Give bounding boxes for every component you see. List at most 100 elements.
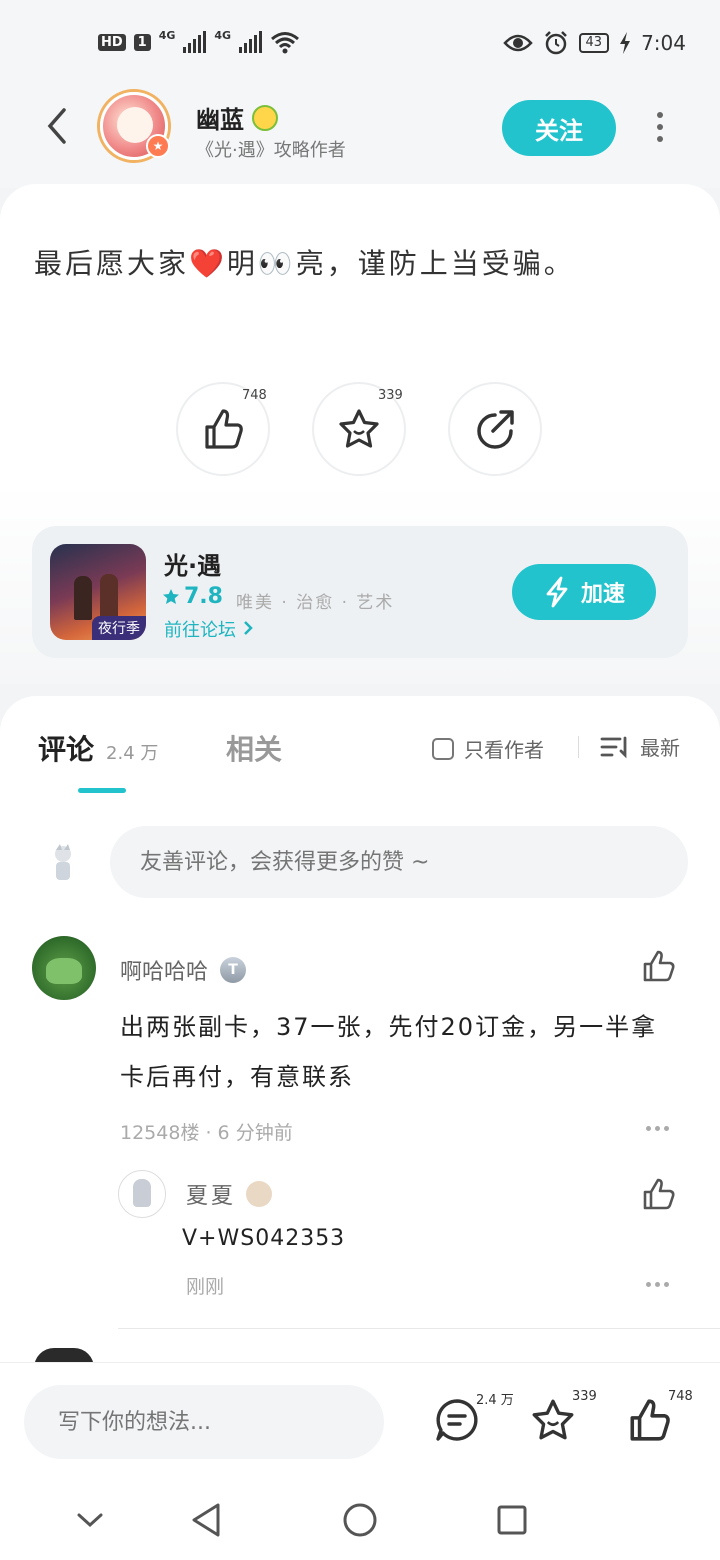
author-only-label: 只看作者	[464, 738, 544, 762]
comment-divider	[118, 1328, 720, 1329]
active-tab-indicator	[78, 788, 126, 793]
more-vertical-icon[interactable]	[646, 112, 674, 142]
author-verified-icon: ★	[146, 134, 170, 158]
post-card: 最后愿大家❤️明👀亮，谨防上当受骗。 748 339 夜行季 光·遇 7.8 唯…	[0, 184, 720, 684]
post-header: ★ 幽蓝 《光·遇》攻略作者 关注	[0, 88, 720, 188]
author-only-checkbox[interactable]	[432, 737, 454, 760]
reply-user-emoji-icon	[246, 1181, 273, 1207]
tab-comments-count: 2.4 万	[106, 743, 159, 764]
nav-recents-button[interactable]	[492, 1500, 532, 1540]
sim-badge: 1	[133, 33, 151, 51]
game-rating: 7.8	[162, 584, 223, 609]
thumbs-up-icon	[643, 1178, 675, 1210]
nav-collapse-button[interactable]	[70, 1500, 110, 1540]
status-bar: HD 1 4G 4G 43 7:04	[0, 0, 720, 88]
share-icon	[477, 410, 514, 449]
boost-label: 加速	[580, 581, 625, 606]
game-card[interactable]: 夜行季 光·遇 7.8 唯美 · 治愈 · 艺术 前往论坛 加速	[32, 526, 688, 658]
triangle-back-icon	[192, 1503, 220, 1537]
author-only-toggle[interactable]: 只看作者	[432, 734, 544, 763]
post-action-row: 748 339	[176, 382, 542, 476]
my-avatar	[55, 844, 71, 880]
bottom-like-count: 748	[668, 1389, 693, 1404]
reply-name-row[interactable]: 夏夏	[186, 1178, 273, 1210]
forum-link-label: 前往论坛	[164, 620, 236, 641]
nav-home-button[interactable]	[340, 1500, 380, 1540]
chevron-right-icon	[243, 621, 253, 635]
sort-icon	[600, 736, 627, 758]
comment-icon	[436, 1399, 478, 1441]
wifi-icon	[271, 32, 300, 54]
game-name: 光·遇	[164, 552, 222, 580]
comment-more-icon[interactable]	[646, 1126, 669, 1131]
nav-back-button[interactable]	[186, 1500, 226, 1540]
reply-like-button[interactable]	[642, 1178, 676, 1214]
comment-input[interactable]	[110, 826, 688, 898]
author-subtitle: 《光·遇》攻略作者	[196, 140, 346, 161]
system-nav-bar	[0, 1472, 720, 1560]
alarm-icon	[544, 31, 567, 55]
like-button[interactable]: 748	[176, 382, 270, 476]
bottom-comment-count: 2.4 万	[476, 1393, 514, 1408]
commenter-name: 啊哈哈哈	[120, 960, 209, 985]
favorite-button[interactable]: 339	[312, 382, 406, 476]
tab-comments-label: 评论	[38, 733, 95, 766]
comment-meta: 12548楼 · 6 分钟前	[120, 1122, 293, 1144]
comment-button[interactable]	[432, 1395, 482, 1445]
author-name: 幽蓝	[196, 106, 244, 134]
reply-avatar[interactable]	[118, 1170, 166, 1218]
comment-text: 出两张副卡，37一张，先付20订金，另一半拿卡后再付，有意联系	[120, 1013, 658, 1091]
signal-icon	[239, 31, 263, 53]
reply-user: 夏夏	[186, 1184, 237, 1209]
author-name-row[interactable]: 幽蓝	[196, 100, 278, 135]
commenter-avatar[interactable]	[32, 936, 96, 1000]
network-type-1: 4G	[158, 28, 176, 42]
follow-button[interactable]: 关注	[502, 100, 616, 156]
game-tags: 唯美 · 治愈 · 艺术	[236, 593, 395, 613]
divider	[578, 736, 579, 758]
lightning-icon	[546, 576, 568, 608]
reply-time: 刚刚	[186, 1276, 225, 1298]
eye-icon	[502, 34, 533, 52]
favorite-count: 339	[378, 388, 403, 403]
hd-badge: HD	[98, 33, 126, 51]
comments-section: 评论 2.4 万 相关 只看作者 最新 啊哈哈哈 T 出两张副卡，37一张，先付…	[0, 696, 720, 1368]
tab-related[interactable]: 相关	[226, 728, 282, 768]
star-icon	[532, 1399, 574, 1440]
thumbs-up-icon	[643, 950, 675, 982]
post-text: 最后愿大家❤️明👀亮，谨防上当受骗。	[34, 247, 575, 280]
thought-input[interactable]	[24, 1385, 384, 1459]
sort-button[interactable]: 最新	[600, 732, 680, 761]
boost-button[interactable]: 加速	[512, 564, 656, 620]
like-count: 748	[242, 388, 267, 403]
bottom-like-button[interactable]	[624, 1395, 674, 1445]
game-icon-tag: 夜行季	[92, 616, 146, 640]
bottom-favorite-count: 339	[572, 1389, 597, 1404]
charging-icon	[620, 32, 631, 54]
sort-label: 最新	[640, 736, 680, 760]
tab-comments[interactable]: 评论 2.4 万	[38, 728, 158, 768]
circle-home-icon	[343, 1503, 377, 1537]
thumbs-up-icon	[630, 1399, 670, 1441]
reply-text: V+WS042353	[182, 1226, 346, 1251]
signal-icon	[183, 31, 207, 53]
commenter-name-row[interactable]: 啊哈哈哈 T	[120, 954, 247, 986]
thumbs-up-icon	[205, 409, 243, 449]
game-icon[interactable]: 夜行季	[50, 544, 146, 640]
level-badge-icon: T	[220, 957, 247, 983]
comment-like-button[interactable]	[642, 950, 676, 986]
share-button[interactable]	[448, 382, 542, 476]
star-icon	[163, 588, 179, 604]
back-button[interactable]	[36, 106, 76, 146]
battery-indicator: 43	[578, 33, 610, 53]
reply-more-icon[interactable]	[646, 1282, 669, 1287]
bottom-action-bar: 2.4 万 339 748	[0, 1362, 720, 1472]
chevron-left-icon	[47, 108, 66, 144]
game-rating-value: 7.8	[184, 584, 223, 609]
forum-link[interactable]: 前往论坛	[164, 616, 254, 642]
bottom-favorite-button[interactable]	[528, 1395, 578, 1445]
chevron-down-icon	[77, 1513, 103, 1528]
network-type-2: 4G	[214, 28, 232, 42]
author-emoji-icon	[252, 104, 278, 131]
square-recents-icon	[497, 1505, 527, 1535]
